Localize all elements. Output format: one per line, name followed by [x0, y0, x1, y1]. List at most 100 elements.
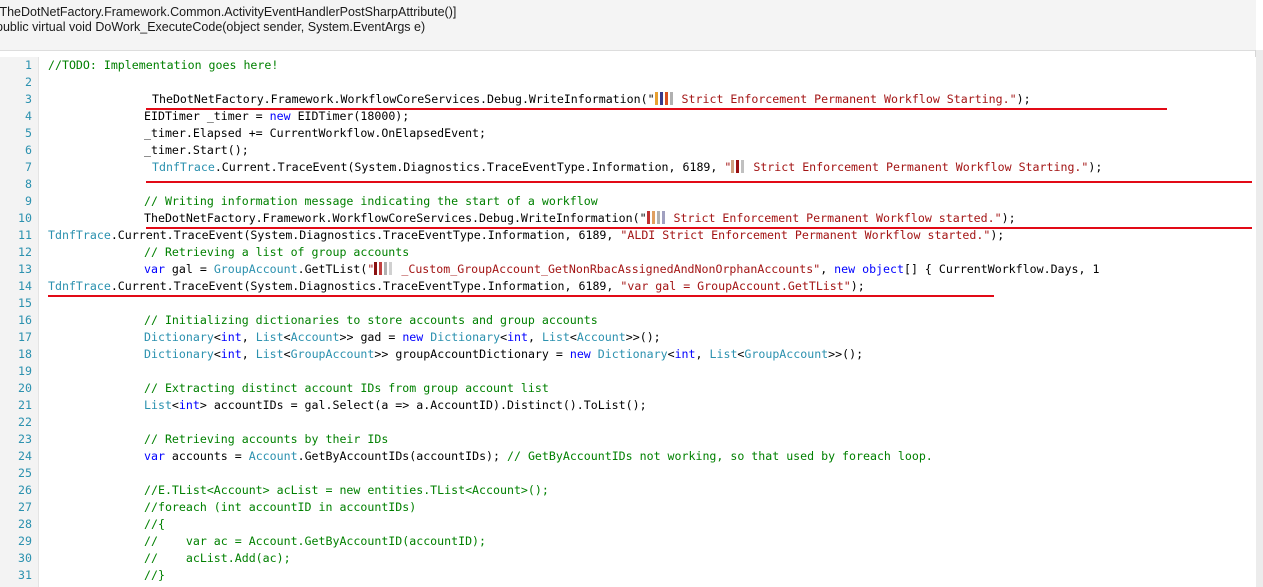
code-text: TheDotNetFactory.Framework.WorkflowCoreS… [144, 211, 1016, 225]
code-text: //TODO: Implementation goes here! [48, 58, 279, 72]
code-line[interactable]: 28 //{ [0, 516, 1256, 533]
line-number: 6 [25, 143, 32, 157]
line-number: 26 [18, 483, 32, 497]
line-number: 21 [18, 398, 32, 412]
line-number: 5 [25, 126, 32, 140]
line-number: 29 [18, 534, 32, 548]
redaction-mark [374, 262, 394, 276]
line-number: 17 [18, 330, 32, 344]
line-number: 4 [25, 109, 32, 123]
code-text: // var ac = Account.GetByAccountID(accou… [144, 534, 487, 548]
line-number: 31 [18, 568, 32, 582]
code-line[interactable]: 5 _timer.Elapsed += CurrentWorkflow.OnEla… [0, 125, 1256, 142]
code-line[interactable]: 7 TdnfTrace.Current.TraceEvent(System.Dia… [0, 159, 1256, 176]
line-number: 11 [18, 228, 32, 242]
line-number: 15 [18, 296, 32, 310]
code-text: // Extracting distinct account IDs from … [144, 381, 549, 395]
code-text: //foreach (int accountID in accountIDs) [144, 500, 417, 514]
code-line[interactable]: 30 // acList.Add(ac); [0, 550, 1256, 567]
code-text: TdnfTrace.Current.TraceEvent(System.Diag… [48, 228, 1005, 242]
attribute-line: [TheDotNetFactory.Framework.Common.Activ… [0, 5, 457, 19]
code-line[interactable]: 12 // Retrieving a list of group accounts [0, 244, 1256, 261]
code-line[interactable]: 14 TdnfTrace.Current.TraceEvent(System.Di… [0, 278, 1256, 295]
line-number: 1 [25, 58, 32, 72]
code-line[interactable]: 24 var accounts = Account.GetByAccountIDs… [0, 448, 1256, 465]
code-line[interactable]: 2 [0, 74, 1256, 91]
code-text: //} [144, 568, 165, 582]
code-line[interactable]: 29 // var ac = Account.GetByAccountID(acc… [0, 533, 1256, 550]
line-number: 23 [18, 432, 32, 446]
line-number: 8 [25, 177, 32, 191]
vertical-scrollbar[interactable] [1255, 50, 1263, 587]
method-signature-line: public virtual void DoWork_ExecuteCode(o… [0, 20, 426, 34]
red-underline-line-10 [146, 227, 1252, 229]
code-line[interactable]: 26 //E.TList<Account> acList = new entiti… [0, 482, 1256, 499]
red-underline-line-14 [48, 295, 994, 297]
line-number: 30 [18, 551, 32, 565]
code-line[interactable]: 23 // Retrieving accounts by their IDs [0, 431, 1256, 448]
code-text: TdnfTrace.Current.TraceEvent(System.Diag… [48, 279, 865, 293]
line-number: 25 [18, 466, 32, 480]
line-number: 2 [25, 75, 32, 89]
code-line[interactable]: 8 [0, 176, 1256, 193]
code-line[interactable]: 13 var gal = GroupAccount.GetTList(" _Cus… [0, 261, 1256, 278]
code-line[interactable]: 22 [0, 414, 1256, 431]
line-number: 13 [18, 262, 32, 276]
line-number: 20 [18, 381, 32, 395]
line-number: 12 [18, 245, 32, 259]
code-editor[interactable]: 1//TODO: Implementation goes here! 2 3 TheD… [0, 57, 1256, 587]
code-text: // Retrieving a list of group accounts [144, 245, 410, 259]
code-line[interactable]: 18 Dictionary<int, List<GroupAccount>> gr… [0, 346, 1256, 363]
code-text: //E.TList<Account> acList = new entities… [144, 483, 549, 497]
line-number: 7 [25, 160, 32, 174]
code-text: EIDTimer _timer = new EIDTimer(18000); [144, 109, 410, 123]
code-line[interactable]: 1 //TODO: Implementation goes here! [0, 57, 1256, 74]
code-line[interactable]: 16 // Initializing dictionaries to store … [0, 312, 1256, 329]
code-line[interactable]: 15 [0, 295, 1256, 312]
code-line[interactable]: 21 List<int> accountIDs = gal.Select(a =>… [0, 397, 1256, 414]
method-header: [TheDotNetFactory.Framework.Common.Activ… [0, 0, 1256, 51]
redaction-mark [731, 160, 746, 174]
redaction-mark [654, 92, 675, 106]
line-number: 27 [18, 500, 32, 514]
code-line[interactable]: 31 //} [0, 567, 1256, 584]
line-number: 14 [18, 279, 32, 293]
red-underline-line-7 [146, 181, 1252, 183]
redaction-mark [646, 211, 667, 225]
code-text: // acList.Add(ac); [144, 551, 291, 565]
code-line[interactable]: 20 // Extracting distinct account IDs fro… [0, 380, 1256, 397]
code-line[interactable]: 10 TheDotNetFactory.Framework.WorkflowCor… [0, 210, 1256, 227]
code-text: // Initializing dictionaries to store ac… [144, 313, 598, 327]
code-line[interactable]: 17 Dictionary<int, List<Account>> gad = n… [0, 329, 1256, 346]
line-number: 16 [18, 313, 32, 327]
line-number: 28 [18, 517, 32, 531]
code-text: var gal = GroupAccount.GetTList(" _Custo… [144, 262, 1100, 276]
code-text: TheDotNetFactory.Framework.WorkflowCoreS… [152, 92, 1031, 106]
line-number: 18 [18, 347, 32, 361]
line-number: 10 [18, 211, 32, 225]
code-text: Dictionary<int, List<Account>> gad = new… [144, 330, 661, 344]
code-text: // Writing information message indicatin… [144, 194, 598, 208]
code-text: List<int> accountIDs = gal.Select(a => a… [144, 398, 647, 412]
code-line[interactable]: 3 TheDotNetFactory.Framework.WorkflowCore… [0, 91, 1256, 108]
red-underline-line-3 [146, 108, 1167, 110]
code-text: // Retrieving accounts by their IDs [144, 432, 389, 446]
code-line[interactable]: 25 [0, 465, 1256, 482]
line-number: 24 [18, 449, 32, 463]
code-text: _timer.Start(); [144, 143, 249, 157]
code-text: TdnfTrace.Current.TraceEvent(System.Diag… [152, 160, 1103, 174]
code-line[interactable]: 4 EIDTimer _timer = new EIDTimer(18000); [0, 108, 1256, 125]
code-line[interactable]: 9 // Writing information message indicati… [0, 193, 1256, 210]
code-text: //{ [144, 517, 165, 531]
code-line[interactable]: 19 [0, 363, 1256, 380]
line-number: 19 [18, 364, 32, 378]
code-line[interactable]: 11 TdnfTrace.Current.TraceEvent(System.Di… [0, 227, 1256, 244]
code-text: var accounts = Account.GetByAccountIDs(a… [144, 449, 933, 463]
code-text: Dictionary<int, List<GroupAccount>> grou… [144, 347, 864, 361]
line-number: 3 [25, 92, 32, 106]
code-line[interactable]: 6 _timer.Start(); [0, 142, 1256, 159]
line-number: 9 [25, 194, 32, 208]
code-line[interactable]: 27 //foreach (int accountID in accountIDs… [0, 499, 1256, 516]
line-number: 22 [18, 415, 32, 429]
code-text: _timer.Elapsed += CurrentWorkflow.OnElap… [144, 126, 487, 140]
